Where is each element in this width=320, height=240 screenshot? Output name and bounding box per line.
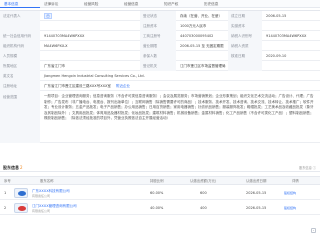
info-label: 核准日期	[228, 51, 262, 61]
info-label: 法定代表人	[0, 11, 40, 21]
column-header: 持股比例	[150, 179, 164, 183]
detail-tabs: 基本信息 法律诉讼 经营风险 经营信息 知识产权 历史信息	[0, 0, 320, 8]
info-label: 工商注册号	[140, 31, 176, 41]
info-value: 广东省江门市	[44, 64, 65, 68]
investor-type: 有限责任公司	[32, 209, 51, 213]
info-value: 2006-05-15 至 无固定期限	[180, 44, 224, 48]
info-label: 英文名	[0, 71, 40, 81]
tab-history[interactable]: 历史信息	[200, 0, 240, 8]
info-value: 440703000095402	[180, 34, 214, 38]
info-row: 英文名 Jiangmen Hengxin Industrial Consulti…	[0, 71, 320, 81]
info-label	[0, 21, 40, 31]
address-row: 注册地址 广东省江门市蓬江区建设三路XXX号XXX室 附近企业	[0, 81, 320, 91]
info-label: 登记机关	[140, 61, 176, 71]
address-value: 广东省江门市蓬江区建设三路XXX号XXX室 附近企业	[40, 81, 320, 91]
info-value: 91440703MA4W6PXXX	[44, 34, 85, 38]
business-info-table: 法定代表人 田 登记状态 存续（在营、开业、在册） 成立日期 2006-05-1…	[0, 10, 320, 143]
column-header: 认缴出资日期	[246, 179, 267, 183]
info-label	[228, 61, 262, 71]
info-label: 成立日期	[228, 11, 262, 21]
info-label: 统一社会信用代码	[0, 31, 40, 41]
scope-row: 经营范围 一般项目：企业管理咨询服务；信息咨询服务（不含许可类信息咨询服务）；会…	[0, 91, 320, 143]
investors-count: 2	[20, 165, 23, 170]
info-row: 统一社会信用代码 91440703MA4W6PXXX 工商注册号 4407030…	[0, 31, 320, 41]
column-header: 认缴出资额(万元)	[190, 179, 217, 183]
table-row[interactable]: 2 江门XXXX管理咨询有限公司 有限责任公司 40.00% 400 2026-…	[0, 201, 320, 215]
info-row: 所属地区 广东省江门市 登记机关 江门市蓬江区市场监督管理局	[0, 61, 320, 71]
scope-label: 经营范围	[0, 91, 40, 143]
info-label: 实缴资本	[228, 21, 262, 31]
info-row: 注册资本 1000万元人民币 实缴资本	[0, 21, 320, 31]
row-index: 2	[4, 206, 7, 210]
info-value: 91440703MA4W6PXXX	[266, 34, 307, 38]
info-value: Jiangmen Hengxin Industrial Consulting S…	[44, 74, 145, 78]
investor-amount: 600	[200, 191, 207, 195]
company-logo	[14, 203, 28, 213]
tab-operation[interactable]: 经营信息	[120, 0, 160, 8]
tab-basic-info[interactable]: 基本信息	[0, 0, 40, 8]
tab-legal[interactable]: 法律诉讼	[40, 0, 80, 8]
scope-text: 一般项目：企业管理咨询服务；信息咨询服务（不含许可类信息咨询服务）；会议及展览服…	[44, 94, 314, 121]
company-logo	[14, 188, 28, 198]
info-row: 组织机构代码 MA4W6PXX-X 营业期限 2006-05-15 至 无固定期…	[0, 41, 320, 51]
info-label: 营业期限	[140, 41, 176, 51]
info-value: MA4W6PXX-X	[44, 44, 68, 48]
info-value	[262, 41, 320, 51]
investor-ratio: 40.00%	[150, 206, 164, 210]
tab-risk[interactable]: 经营风险	[80, 0, 120, 8]
investors-table-header: 序号 股东名称 持股比例 认缴出资额(万元) 认缴出资日期 详情	[0, 176, 320, 185]
info-label: 注册资本	[140, 21, 176, 31]
info-value: 田	[40, 11, 140, 21]
nearby-companies-link[interactable]: 附近企业	[116, 84, 130, 88]
info-label: 参保人数	[140, 51, 176, 61]
equity-structure-link[interactable]: 股权结构	[284, 186, 296, 200]
legal-rep-tag[interactable]: 田	[44, 13, 53, 19]
investor-amount: 400	[200, 206, 207, 210]
column-header: 序号	[4, 179, 11, 183]
info-value	[40, 21, 140, 31]
investor-date: 2026-05-15	[246, 206, 267, 210]
logo-mark-icon	[18, 206, 26, 211]
row-index: 1	[4, 191, 7, 195]
column-header: 详情	[292, 179, 299, 183]
investors-title-text: 股东信息	[3, 165, 19, 170]
info-value	[262, 61, 320, 71]
info-label: 人员规模	[0, 51, 40, 61]
info-value: 存续（在营、开业、在册）	[180, 14, 222, 18]
investor-type: 有限责任公司	[32, 194, 51, 198]
info-value: 1000万元人民币	[180, 24, 207, 28]
address-label: 注册地址	[0, 81, 40, 91]
investors-info-link[interactable]: 股东信息 ⓘ	[299, 164, 316, 172]
scroll-down-icon[interactable]: ⌄	[311, 228, 316, 233]
info-value: 2006-05-15	[266, 14, 287, 18]
investor-date: 2026-05-15	[246, 191, 267, 195]
tab-ip[interactable]: 知识产权	[160, 0, 200, 8]
info-label: 登记状态	[140, 11, 176, 21]
info-label: 纳税人资质	[228, 41, 262, 51]
table-row[interactable]: 1 广东XXXX科技有限公司 有限责任公司 60.00% 600 2026-05…	[0, 186, 320, 200]
investors-title: 股东信息2	[3, 164, 23, 172]
logo-mark-icon	[18, 191, 26, 196]
column-header: 股东名称	[40, 179, 54, 183]
info-row: 人员规模 参保人数 核准日期 2020-09-10	[0, 51, 320, 61]
info-value	[40, 51, 140, 61]
equity-structure-link[interactable]: 股权结构	[284, 201, 296, 215]
info-value	[262, 21, 320, 31]
info-value	[176, 51, 228, 61]
investors-section-header: 股东信息2 股东信息 ⓘ	[0, 164, 320, 172]
info-label: 所属地区	[0, 61, 40, 71]
registered-address: 广东省江门市蓬江区建设三路XXX号XXX室	[44, 84, 111, 88]
investor-ratio: 60.00%	[150, 191, 164, 195]
info-label: 纳税人识别号	[228, 31, 262, 41]
info-row: 法定代表人 田 登记状态 存续（在营、开业、在册） 成立日期 2006-05-1…	[0, 11, 320, 21]
info-label: 组织机构代码	[0, 41, 40, 51]
info-value: 江门市蓬江区市场监督管理局	[180, 64, 226, 68]
info-value: 2020-09-10	[266, 54, 287, 58]
